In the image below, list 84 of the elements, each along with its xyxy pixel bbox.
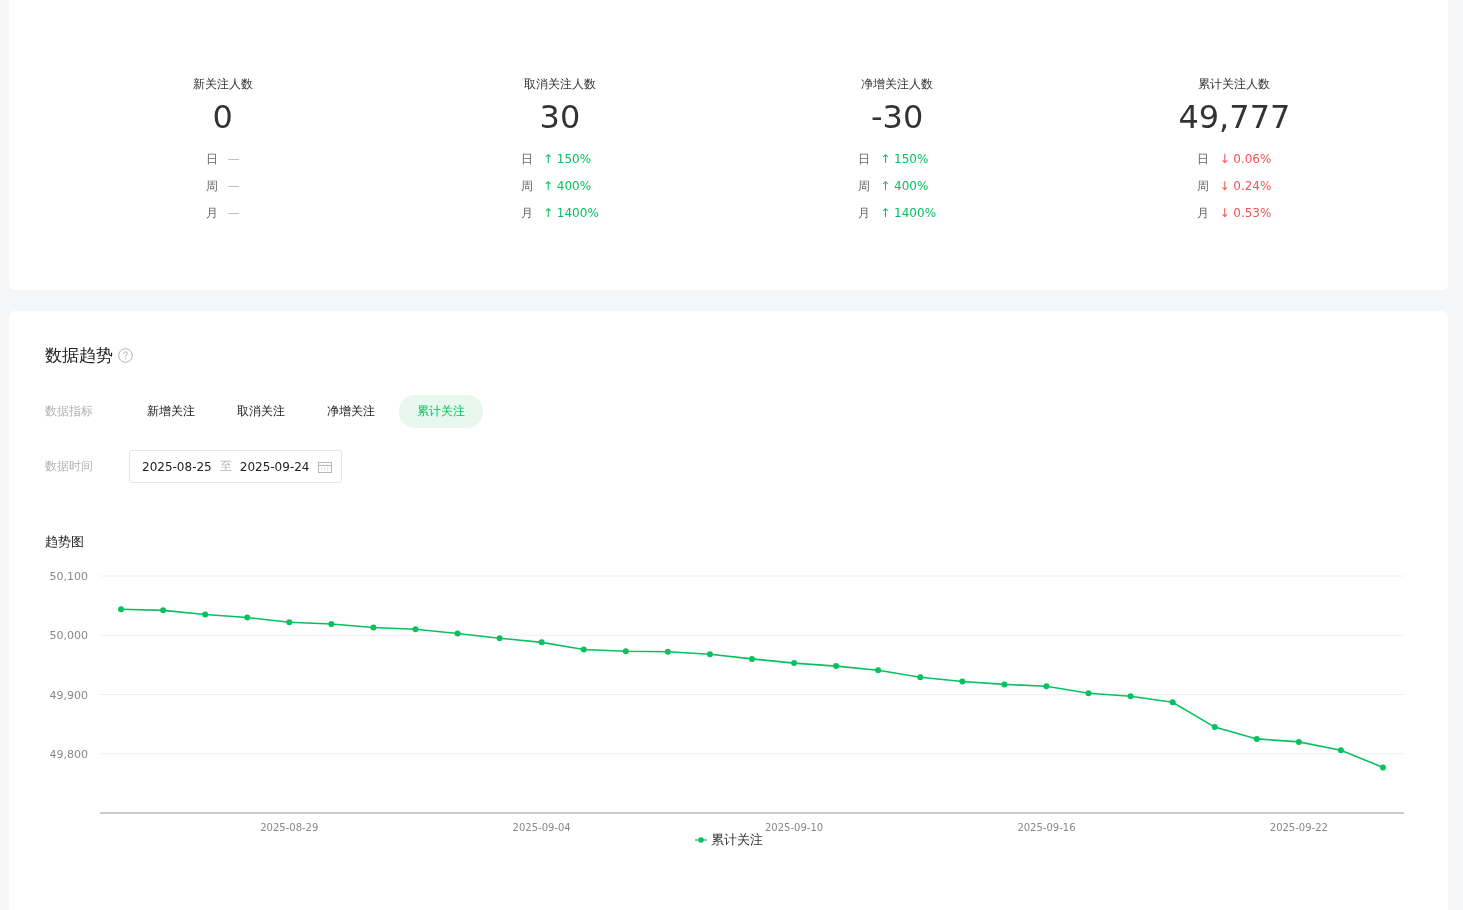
period-label: 周 <box>520 177 533 195</box>
change-value: ↓ 0.53% <box>1219 206 1272 220</box>
period-label: 月 <box>1197 204 1210 222</box>
data-point <box>160 607 167 614</box>
legend-label: 累计关注 <box>710 831 763 849</box>
period-label: 日 <box>520 150 533 168</box>
change-value: ↑ 150% <box>542 152 592 166</box>
period-label: 月 <box>858 204 871 222</box>
period-label: 周 <box>205 177 218 195</box>
data-point <box>1295 738 1302 745</box>
data-point <box>1379 764 1386 771</box>
x-axis-label: 2025-09-16 <box>1017 822 1076 833</box>
data-point <box>1211 724 1218 731</box>
data-point <box>202 611 209 618</box>
stat-label: 累计关注人数 <box>1198 76 1271 93</box>
legend-line-icon <box>694 837 707 843</box>
y-axis-label: 49,800 <box>49 747 88 761</box>
metric-label: 数据指标 <box>45 403 94 420</box>
data-point <box>917 674 924 681</box>
date-range-field[interactable]: 2025-08-25 至 2025-09-24 <box>129 450 342 483</box>
data-point <box>286 619 293 626</box>
change-value: — <box>227 179 240 193</box>
data-point <box>875 667 882 674</box>
data-point <box>1253 735 1260 742</box>
data-point <box>370 624 377 631</box>
y-axis-label: 49,900 <box>49 688 88 702</box>
data-point <box>538 639 545 646</box>
time-label: 数据时间 <box>45 458 94 475</box>
change-value: ↑ 1400% <box>880 206 937 220</box>
stat-value: 0 <box>212 97 233 138</box>
data-point <box>1127 693 1134 700</box>
data-point <box>1043 683 1050 690</box>
stat-value: -30 <box>871 97 924 138</box>
data-point <box>791 660 798 667</box>
data-point <box>706 651 713 658</box>
help-icon[interactable] <box>118 348 133 363</box>
x-axis-label: 2025-08-29 <box>260 822 319 833</box>
data-point <box>1001 681 1008 688</box>
y-axis-label: 50,100 <box>49 570 88 583</box>
x-axis-label: 2025-09-04 <box>512 822 571 833</box>
change-value: — <box>227 206 240 220</box>
period-label: 日 <box>1197 150 1210 168</box>
change-value: ↑ 1400% <box>542 206 599 220</box>
metric-tab[interactable]: 净增关注 <box>309 395 393 428</box>
metric-tab[interactable]: 新增关注 <box>129 395 213 428</box>
metric-tab[interactable]: 取消关注 <box>219 395 303 428</box>
y-axis-label: 50,000 <box>49 629 88 643</box>
data-point <box>833 663 840 670</box>
stat-label: 取消关注人数 <box>523 76 596 93</box>
data-point <box>1337 747 1344 754</box>
change-value: ↑ 400% <box>542 179 592 193</box>
data-point <box>749 655 755 662</box>
stat-label: 新关注人数 <box>192 76 253 93</box>
data-point <box>328 621 335 627</box>
x-axis-label: 2025-09-10 <box>765 822 824 833</box>
chart-title: 趋势图 <box>45 533 85 551</box>
data-point <box>1085 690 1092 697</box>
data-point <box>244 614 251 621</box>
change-value: — <box>227 152 240 166</box>
change-value: ↑ 150% <box>880 152 929 166</box>
data-point <box>580 646 587 653</box>
calendar-icon <box>317 460 332 473</box>
stat-value: 49,777 <box>1178 97 1291 138</box>
data-point <box>959 678 966 685</box>
data-point <box>496 635 503 642</box>
data-point <box>118 606 125 613</box>
period-label: 日 <box>858 150 871 168</box>
change-value: ↓ 0.06% <box>1219 152 1272 166</box>
data-point <box>622 648 629 655</box>
section-title: 数据趋势 <box>45 344 113 367</box>
data-point <box>1169 699 1176 706</box>
data-point <box>454 630 461 637</box>
change-value: ↓ 0.24% <box>1219 179 1272 193</box>
period-label: 周 <box>1197 177 1210 195</box>
period-label: 日 <box>205 150 218 168</box>
stat-value: 30 <box>539 97 581 138</box>
period-label: 月 <box>205 204 218 222</box>
period-label: 周 <box>858 177 871 195</box>
data-point <box>664 648 671 655</box>
change-value: ↑ 400% <box>880 179 929 193</box>
data-point <box>412 626 419 633</box>
period-label: 月 <box>520 204 533 222</box>
x-axis-label: 2025-09-22 <box>1269 822 1328 833</box>
stat-label: 净增关注人数 <box>861 76 934 93</box>
